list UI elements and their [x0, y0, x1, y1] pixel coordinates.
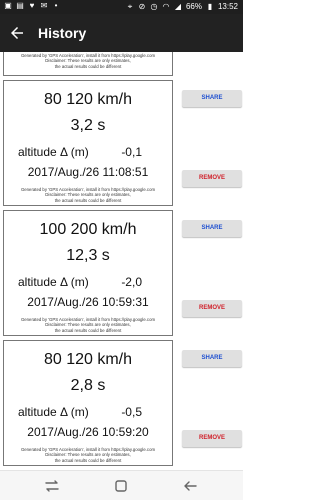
elapsed-time: 2,8 s — [70, 377, 106, 394]
alarm-icon: ◷ — [150, 1, 158, 11]
altitude-label: altitude Δ (m) — [18, 405, 89, 419]
silent-icon: ⊘ — [138, 1, 146, 11]
record-datetime: 2017/Aug./26 11:08:51 — [27, 165, 149, 179]
home-icon[interactable] — [113, 478, 129, 494]
status-bar: ▣ ▤ ♥ ✉ • ⌖ ⊘ ◷ ◠ ◢ 66% ▮ 13:52 — [0, 0, 243, 14]
record-datetime: 2017/Aug./26 10:59:31 — [27, 295, 149, 309]
altitude-value: -0,1 — [121, 145, 142, 159]
signal-icon: ◢ — [174, 1, 182, 11]
image-icon: ▣ — [4, 1, 12, 10]
disclaimer-line: the actual results could be different — [54, 63, 122, 69]
altitude-value: -0,5 — [121, 405, 142, 419]
record-datetime: 2017/Aug./26 10:59:20 — [27, 425, 149, 439]
history-card: 100 200 km/h 12,3 s altitude Δ (m) -2,0 … — [3, 210, 173, 336]
altitude-label: altitude Δ (m) — [18, 275, 89, 289]
history-card-partial: Generated by 'GPS Acceleration', install… — [3, 52, 173, 76]
system-icons: ⌖ ⊘ ◷ ◠ ◢ 66% ▮ 13:52 — [126, 2, 238, 11]
system-nav-bar — [0, 470, 243, 500]
remove-button[interactable]: REMOVE — [182, 300, 242, 317]
elapsed-time: 12,3 s — [66, 247, 110, 264]
card-disclaimer: Generated by 'GPS Acceleration', install… — [6, 447, 170, 463]
recent-apps-icon[interactable] — [44, 478, 60, 494]
back-arrow-icon[interactable] — [8, 24, 26, 42]
elapsed-time: 3,2 s — [70, 117, 106, 134]
share-button[interactable]: SHARE — [182, 90, 242, 107]
history-card: 80 120 km/h 2,8 s altitude Δ (m) -0,5 20… — [3, 340, 173, 466]
card-disclaimer: Generated by 'GPS Acceleration', install… — [6, 53, 170, 69]
wifi-icon: ◠ — [162, 1, 170, 11]
share-button[interactable]: SHARE — [182, 350, 242, 367]
share-button[interactable]: SHARE — [182, 220, 242, 237]
message-icon: ▤ — [16, 1, 24, 10]
disclaimer-line: the actual results could be different — [54, 327, 122, 333]
altitude-label: altitude Δ (m) — [18, 145, 89, 159]
history-list[interactable]: Generated by 'GPS Acceleration', install… — [0, 52, 243, 470]
back-nav-icon[interactable] — [182, 478, 198, 494]
card-disclaimer: Generated by 'GPS Acceleration', install… — [6, 187, 170, 203]
app-bar: History — [0, 14, 243, 52]
disclaimer-line: the actual results could be different — [54, 457, 122, 463]
heart-icon: ♥ — [29, 1, 35, 10]
location-icon: ⌖ — [127, 1, 133, 11]
history-card: 80 120 km/h 3,2 s altitude Δ (m) -0,1 20… — [3, 80, 173, 206]
page-title: History — [38, 25, 87, 41]
speed-range: 100 200 km/h — [39, 221, 137, 238]
notification-icons: ▣ ▤ ♥ ✉ • — [4, 2, 60, 10]
clock: 13:52 — [217, 2, 238, 11]
card-disclaimer: Generated by 'GPS Acceleration', install… — [6, 317, 170, 333]
speed-range: 80 120 km/h — [43, 351, 133, 368]
battery-icon: ▮ — [207, 1, 213, 11]
battery-percent: 66% — [185, 2, 202, 11]
speed-range: 80 120 km/h — [43, 91, 133, 108]
mail-icon: ✉ — [40, 1, 48, 10]
more-notifications-icon: • — [54, 1, 58, 10]
remove-button[interactable]: REMOVE — [182, 170, 242, 187]
altitude-value: -2,0 — [121, 275, 142, 289]
disclaimer-line: the actual results could be different — [54, 197, 122, 203]
remove-button[interactable]: REMOVE — [182, 430, 242, 447]
